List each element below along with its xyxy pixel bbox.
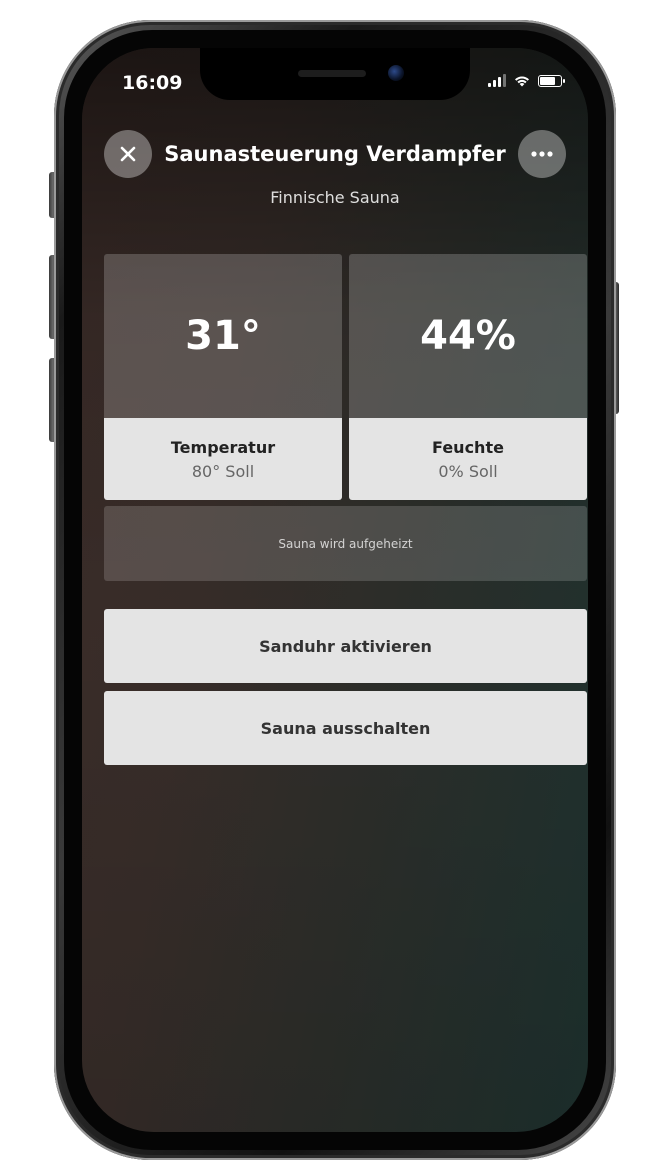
- humidity-setpoint: 0% Soll: [438, 462, 498, 481]
- temperature-setpoint: 80° Soll: [191, 462, 255, 481]
- status-time: 16:09: [122, 72, 183, 94]
- status-message: Sauna wird aufgeheizt: [104, 506, 587, 581]
- temperature-value: 31°: [104, 254, 342, 418]
- status-icons: [488, 74, 565, 87]
- temperature-tile[interactable]: 31° Temperatur 80° Soll: [104, 254, 342, 500]
- humidity-tile[interactable]: 44% Feuchte 0% Soll: [349, 254, 587, 500]
- phone-bezel: 16:09 Saunasteuerung Verdampfer Finnisch…: [64, 30, 606, 1150]
- notch: [200, 48, 470, 100]
- turn-off-sauna-button[interactable]: Sauna ausschalten: [104, 691, 587, 765]
- page-subtitle: Finnische Sauna: [270, 188, 400, 207]
- temperature-label: Temperatur: [170, 438, 276, 457]
- humidity-label: Feuchte: [432, 438, 504, 457]
- humidity-info: Feuchte 0% Soll: [349, 418, 587, 500]
- app-content: Saunasteuerung Verdampfer Finnische Saun…: [82, 48, 588, 1132]
- signal-icon: [488, 74, 506, 87]
- page-title: Saunasteuerung Verdampfer: [164, 142, 506, 166]
- battery-fill: [540, 76, 556, 85]
- more-icon: [531, 151, 553, 157]
- speaker-grille: [298, 70, 366, 77]
- wifi-icon: [515, 76, 529, 87]
- phone-frame: 16:09 Saunasteuerung Verdampfer Finnisch…: [54, 20, 616, 1160]
- device-mockup: 16:09 Saunasteuerung Verdampfer Finnisch…: [0, 0, 668, 1176]
- temperature-info: Temperatur 80° Soll: [104, 418, 342, 500]
- battery-icon: [538, 74, 565, 87]
- more-button[interactable]: [518, 130, 566, 178]
- front-camera: [388, 65, 404, 81]
- activate-hourglass-button[interactable]: Sanduhr aktivieren: [104, 609, 587, 683]
- humidity-value: 44%: [349, 254, 587, 418]
- screen: 16:09 Saunasteuerung Verdampfer Finnisch…: [82, 48, 588, 1132]
